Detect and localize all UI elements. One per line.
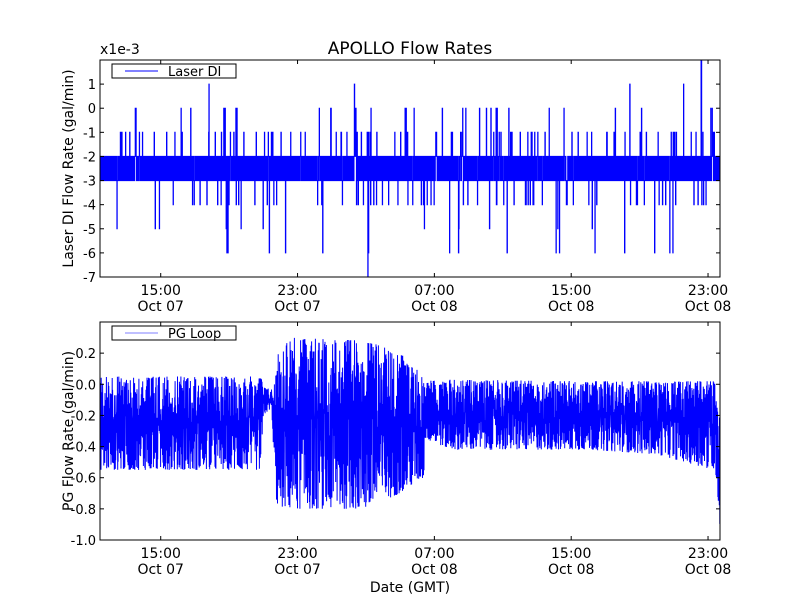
y-tick-label: -5	[83, 223, 96, 238]
x-tick-label-date: Oct 08	[411, 299, 457, 315]
y-tick-label: -1	[83, 126, 96, 141]
y-tick-label: 0	[88, 102, 96, 117]
x-tick-label-date: Oct 08	[411, 562, 457, 578]
x-tick-label-time: 15:00	[141, 283, 181, 299]
y-tick-label: -4	[83, 199, 96, 214]
x-tick-label-date: Oct 08	[685, 299, 731, 315]
y-tick-label: -1.0	[71, 534, 96, 549]
x-tick-label-time: 23:00	[277, 546, 317, 562]
legend: Laser DI	[111, 63, 237, 80]
y-offset-label: x1e-3	[100, 42, 140, 58]
legend-label: PG Loop	[168, 327, 221, 342]
y-tick-label: -2	[83, 150, 96, 165]
figure: APOLLO Flow Rates 10-1-2-3-4-5-6-715:00O…	[61, 39, 731, 596]
y-tick-label: 0.0	[75, 378, 96, 393]
y-axis-label: PG Flow Rate (gal/min)	[61, 351, 77, 511]
x-tick-label-time: 23:00	[277, 283, 317, 299]
x-tick-label-time: 07:00	[414, 546, 454, 562]
chart-title: APOLLO Flow Rates	[328, 39, 493, 59]
x-tick-label-date: Oct 07	[274, 299, 320, 315]
legend: PG Loop	[111, 325, 237, 342]
y-tick-label: -6	[83, 247, 96, 262]
x-tick-label-time: 23:00	[688, 546, 728, 562]
x-axis-label: Date (GMT)	[370, 580, 450, 596]
x-tick-label-time: 07:00	[414, 283, 454, 299]
data-line-pg-loop	[99, 337, 721, 524]
x-tick-label-date: Oct 08	[685, 562, 731, 578]
x-tick-label-date: Oct 07	[274, 562, 320, 578]
x-tick-label-time: 15:00	[141, 546, 181, 562]
x-tick-label-date: Oct 07	[137, 562, 183, 578]
x-tick-label-date: Oct 08	[548, 299, 594, 315]
top-axes: 10-1-2-3-4-5-6-715:00Oct 0723:00Oct 0707…	[61, 42, 731, 315]
y-axis-label: Laser DI Flow Rate (gal/min)	[61, 69, 77, 267]
legend-label: Laser DI	[168, 65, 221, 80]
x-tick-label-time: 23:00	[688, 283, 728, 299]
y-tick-label: 1	[88, 78, 96, 93]
x-tick-label-date: Oct 08	[548, 562, 594, 578]
x-tick-label-time: 15:00	[551, 283, 591, 299]
y-tick-label: -3	[83, 175, 96, 190]
x-tick-label-time: 15:00	[551, 546, 591, 562]
y-tick-label: -7	[83, 271, 96, 286]
y-tick-label: 0.2	[75, 347, 96, 362]
x-tick-label-date: Oct 07	[137, 299, 183, 315]
bottom-axes: 0.20.0-0.2-0.4-0.6-0.8-1.015:00Oct 0723:…	[61, 321, 731, 578]
data-line-laser-di	[99, 59, 721, 278]
